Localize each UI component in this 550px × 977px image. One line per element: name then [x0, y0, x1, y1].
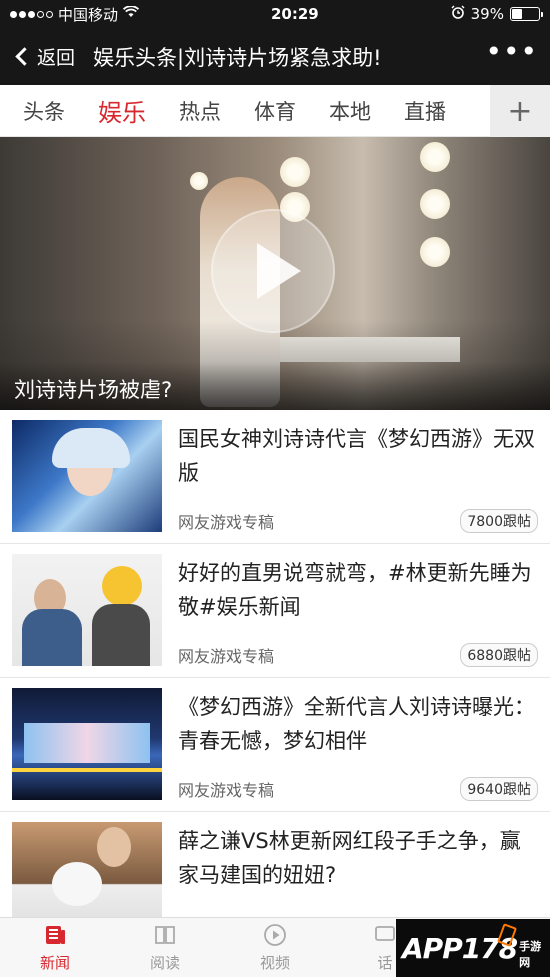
news-source: 网友游戏专稿 — [178, 781, 275, 800]
bottom-tab-label: 话 — [377, 954, 393, 972]
news-thumbnail — [12, 420, 162, 532]
app178-watermark: APP178 手游网 — [396, 919, 550, 977]
bottom-tab-label: 视频 — [259, 954, 290, 972]
back-button[interactable]: 返回 — [12, 43, 75, 70]
status-left: 中国移动 — [10, 4, 140, 25]
watermark-sub-text: 手游网 — [519, 940, 542, 969]
vanity-bulb — [280, 157, 310, 187]
tab-hot[interactable]: 热点 — [179, 96, 221, 126]
news-list: 国民女神刘诗诗代言《梦幻西游》无双版 网友游戏专稿 7800跟帖 好好的直男说弯… — [0, 410, 550, 946]
alarm-icon — [451, 5, 465, 23]
book-icon — [152, 922, 178, 948]
vanity-bulb — [190, 172, 208, 190]
news-thumbnail — [12, 688, 162, 800]
signal-strength-icon — [10, 10, 53, 18]
vanity-bulb — [420, 189, 450, 219]
chevron-left-icon — [15, 47, 34, 66]
news-body: 《梦幻西游》全新代言人刘诗诗曝光：青春无憾，梦幻相伴 网友游戏专稿 9640跟帖 — [178, 688, 538, 801]
add-channel-button[interactable]: + — [490, 85, 550, 137]
more-button[interactable]: ••• — [485, 37, 538, 76]
hero-caption: 刘诗诗片场被虐? — [0, 362, 550, 410]
status-bar: 中国移动 20:29 39% — [0, 0, 550, 28]
news-body: 国民女神刘诗诗代言《梦幻西游》无双版 网友游戏专稿 7800跟帖 — [178, 420, 538, 533]
news-title: 国民女神刘诗诗代言《梦幻西游》无双版 — [178, 427, 535, 485]
tab-headlines[interactable]: 头条 — [23, 96, 65, 126]
battery-percent: 39% — [470, 5, 504, 23]
status-time: 20:29 — [270, 5, 319, 23]
battery-icon — [509, 7, 543, 21]
vanity-bulb — [420, 237, 450, 267]
tab-live[interactable]: 直播 — [404, 96, 446, 126]
bottom-tab-label: 阅读 — [149, 954, 180, 972]
news-source: 网友游戏专稿 — [178, 513, 275, 532]
news-body: 好好的直男说弯就弯，#林更新先睡为敬#娱乐新闻 网友游戏专稿 6880跟帖 — [178, 554, 538, 667]
play-icon — [257, 243, 301, 299]
bottom-tab-reading[interactable]: 阅读 — [110, 918, 220, 977]
news-title: 好好的直男说弯就弯，#林更新先睡为敬#娱乐新闻 — [178, 561, 532, 619]
news-item[interactable]: 国民女神刘诗诗代言《梦幻西游》无双版 网友游戏专稿 7800跟帖 — [0, 410, 550, 544]
page-title: 娱乐头条|刘诗诗片场紧急求助! — [93, 45, 382, 70]
play-circle-icon — [262, 922, 288, 948]
hero-video[interactable]: 刘诗诗片场被虐? — [0, 137, 550, 410]
bottom-tab-video[interactable]: 视频 — [220, 918, 330, 977]
nav-bar: 返回 娱乐头条|刘诗诗片场紧急求助! ••• — [0, 28, 550, 85]
news-meta: 网友游戏专稿 6880跟帖 — [178, 643, 538, 667]
news-item[interactable]: 《梦幻西游》全新代言人刘诗诗曝光：青春无憾，梦幻相伴 网友游戏专稿 9640跟帖 — [0, 678, 550, 812]
carrier-label: 中国移动 — [58, 5, 119, 24]
news-source: 网友游戏专稿 — [178, 647, 275, 666]
news-title: 薛之谦VS林更新网红段子手之争，赢家马建国的妞妞? — [178, 829, 521, 887]
news-meta: 网友游戏专稿 9640跟帖 — [178, 777, 538, 801]
news-title: 《梦幻西游》全新代言人刘诗诗曝光：青春无憾，梦幻相伴 — [178, 695, 535, 753]
tab-local[interactable]: 本地 — [329, 96, 371, 126]
tab-entertainment[interactable]: 娱乐 — [98, 93, 146, 128]
comment-count-badge[interactable]: 9640跟帖 — [460, 777, 538, 801]
bottom-tab-label: 新闻 — [39, 954, 70, 972]
vanity-bulb — [420, 142, 450, 172]
channel-tabs: 头条 娱乐 热点 体育 本地 直播 + — [0, 85, 550, 137]
news-meta: 网友游戏专稿 7800跟帖 — [178, 509, 538, 533]
wifi-icon — [122, 5, 140, 22]
bottom-tab-news[interactable]: 新闻 — [0, 918, 110, 977]
comment-count-badge[interactable]: 6880跟帖 — [460, 643, 538, 667]
back-label: 返回 — [37, 47, 76, 69]
newspaper-icon — [42, 922, 68, 948]
news-thumbnail — [12, 554, 162, 666]
news-item[interactable]: 好好的直男说弯就弯，#林更新先睡为敬#娱乐新闻 网友游戏专稿 6880跟帖 — [0, 544, 550, 678]
comment-count-badge[interactable]: 7800跟帖 — [460, 509, 538, 533]
status-right: 39% — [451, 5, 543, 23]
tab-sports[interactable]: 体育 — [254, 96, 296, 126]
chat-icon — [372, 922, 398, 948]
play-button[interactable] — [211, 209, 335, 333]
